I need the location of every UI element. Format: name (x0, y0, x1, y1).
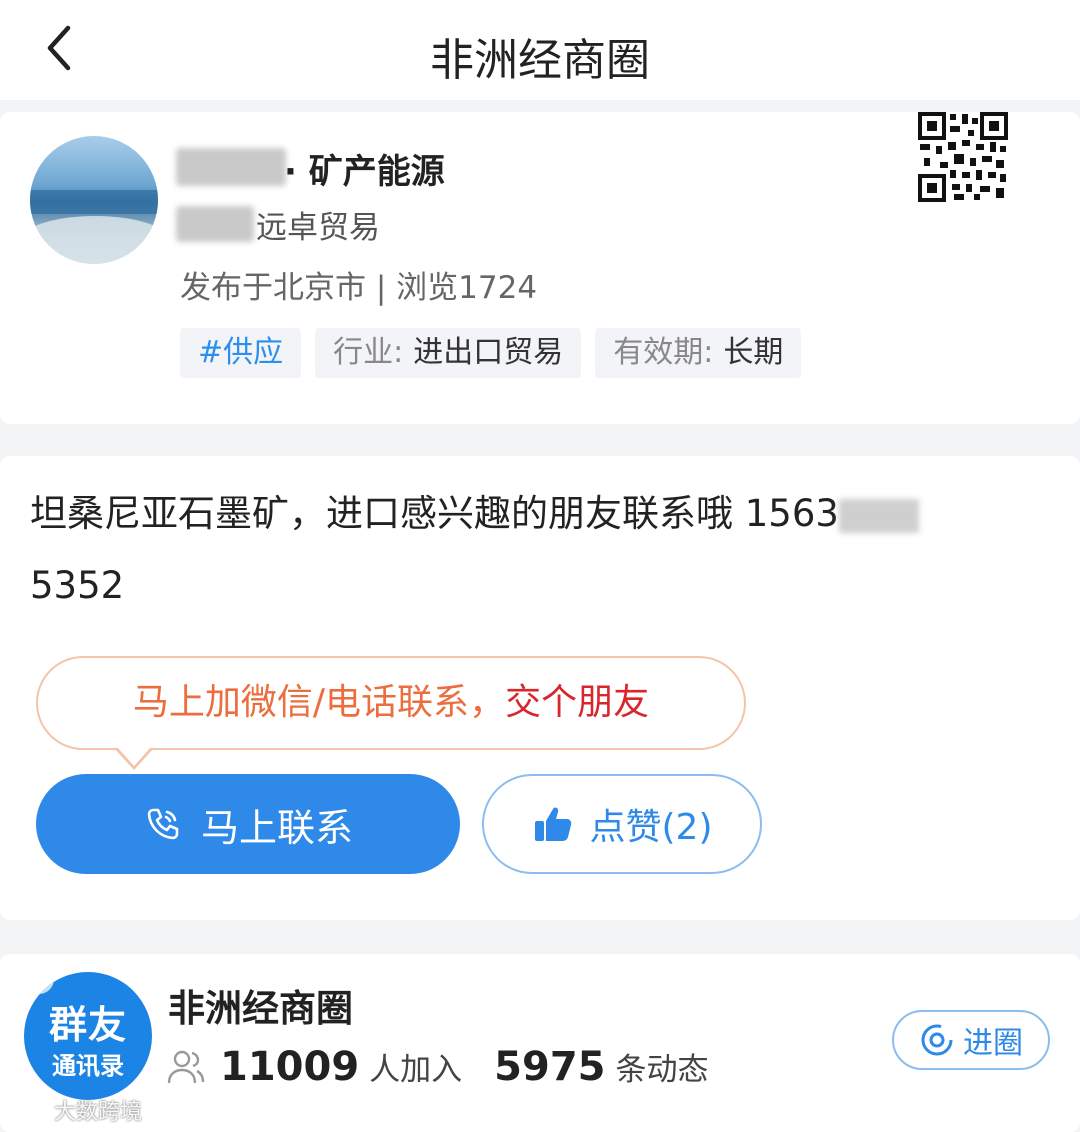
people-icon (167, 1050, 205, 1084)
poster-company: 远卓贸易 (256, 210, 380, 246)
circle-enter-icon (921, 1024, 953, 1056)
page-title: 非洲经商圈 (430, 35, 650, 86)
join-circle-button[interactable]: 进圈 (892, 1010, 1050, 1070)
tag-row: #供应 行业: 进出口贸易 有效期: 长期 (180, 328, 802, 378)
thumbs-up-icon (534, 807, 571, 841)
post-text: 坦桑尼亚石墨矿，进口感兴趣的朋友联系哦 1563 5352 (30, 478, 1060, 622)
poster-avatar[interactable] (30, 136, 158, 264)
tag-validity: 有效期: 长期 (595, 328, 802, 378)
posts-count: 5975 (494, 1044, 606, 1090)
page: 非洲经商圈 · 矿产能源 远卓贸易 发布于北京市 | 浏览1724 #供应 行业… (0, 0, 1080, 1132)
post-card: 坦桑尼亚石墨矿，进口感兴趣的朋友联系哦 1563 5352 马上加微信/电话联系… (0, 456, 1080, 920)
phone-icon (147, 808, 179, 840)
circle-name[interactable]: 非洲经商圈 (168, 978, 353, 1032)
like-button[interactable]: 点赞(2) (482, 774, 762, 874)
poster-card: · 矿产能源 远卓贸易 发布于北京市 | 浏览1724 #供应 行业: 进出口贸… (0, 112, 1080, 424)
qr-code-icon[interactable] (918, 112, 1008, 202)
circle-stats: 11009 人加入 5975 条动态 (166, 1044, 709, 1090)
watermark: 大数跨境 (10, 1094, 142, 1126)
members-label: 人加入 (369, 1052, 463, 1088)
contact-now-button[interactable]: 马上联系 (36, 774, 460, 874)
posts-label: 条动态 (615, 1052, 709, 1088)
watermark-logo-icon (10, 1100, 46, 1120)
top-bar: 非洲经商圈 (0, 0, 1080, 100)
poster-meta: 发布于北京市 | 浏览1724 (180, 270, 538, 306)
tag-industry: 行业: 进出口贸易 (315, 328, 582, 378)
redacted-phone (838, 498, 919, 533)
tag-supply[interactable]: #供应 (180, 328, 302, 378)
circle-logo[interactable]: 群友 通讯录 (24, 972, 152, 1100)
poster-name[interactable]: · 矿产能源 (180, 144, 445, 193)
members-count: 11009 (220, 1044, 360, 1090)
circle-card: 群友 通讯录 非洲经商圈 11009 人加入 5975 条动态 进圈 (0, 954, 1080, 1132)
contact-hint-bubble: 马上加微信/电话联系，交个朋友 (36, 656, 746, 750)
